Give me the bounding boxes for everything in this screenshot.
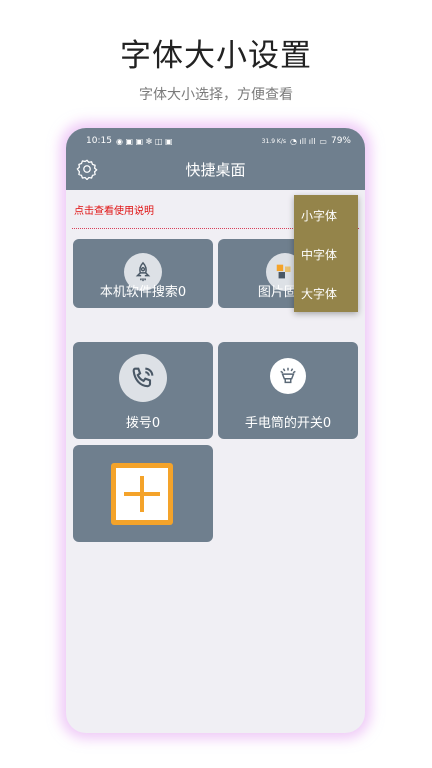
phone-icon (119, 354, 167, 402)
tile-app-search[interactable]: 本机软件搜索0 (73, 239, 213, 308)
tile-dial[interactable]: 拨号0 (73, 342, 213, 439)
battery-percent: 79% (330, 136, 351, 146)
promo-title: 字体大小设置 (120, 38, 312, 74)
network-speed: 31.9 K/s (261, 137, 287, 145)
notification-icons: ◉ ▣ ▣ ✻ ◫ ▣ (115, 136, 173, 146)
help-link[interactable]: 点击查看使用说明 (74, 202, 154, 217)
tile-add[interactable] (73, 445, 213, 542)
phone-screen: 10:15 ◉ ▣ ▣ ✻ ◫ ▣ 31.9 K/s ◔ ıll ıll ▭ 7… (66, 128, 365, 733)
tile-label: 手电筒的开关0 (244, 416, 332, 431)
status-bar: 10:15 ◉ ▣ ▣ ✻ ◫ ▣ 31.9 K/s ◔ ıll ıll ▭ 7… (66, 128, 365, 154)
promo-subtitle: 字体大小选择，方便查看 (139, 87, 293, 103)
app-title: 快捷桌面 (185, 161, 246, 179)
add-icon (111, 463, 173, 525)
battery-icon: ▭ (319, 136, 327, 146)
menu-item-large-font[interactable]: 大字体 (301, 285, 357, 302)
app-bar: 快捷桌面 (66, 154, 365, 190)
tile-label: 本机软件搜索0 (99, 285, 187, 300)
tile-label: 拨号0 (125, 416, 161, 431)
flashlight-icon (270, 358, 306, 394)
font-size-menu: 小字体 中字体 大字体 (294, 195, 358, 312)
menu-item-small-font[interactable]: 小字体 (301, 207, 357, 224)
tile-flashlight[interactable]: 手电筒的开关0 (218, 342, 358, 439)
signal-icons: ◔ ıll ıll (290, 136, 316, 146)
menu-item-medium-font[interactable]: 中字体 (301, 246, 357, 263)
status-time: 10:15 (86, 136, 112, 146)
